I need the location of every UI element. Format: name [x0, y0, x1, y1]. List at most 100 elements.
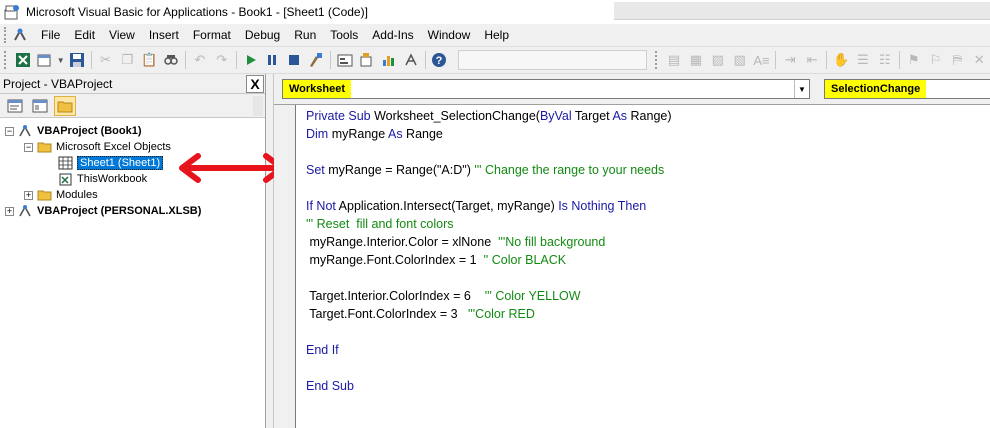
- menu-window[interactable]: Window: [421, 24, 478, 47]
- code-line[interactable]: Private Sub Worksheet_SelectionChange(By…: [306, 107, 672, 125]
- previous-bookmark-icon[interactable]: ⛿: [946, 49, 968, 71]
- expand-icon[interactable]: +: [5, 206, 14, 216]
- toggle-breakpoint-icon[interactable]: ✋: [830, 49, 852, 71]
- collapse-icon[interactable]: −: [5, 126, 14, 136]
- menu-add-ins[interactable]: Add-Ins: [365, 24, 420, 47]
- cut-icon[interactable]: ✂: [95, 49, 117, 71]
- break-icon[interactable]: [262, 49, 284, 71]
- outdent-icon[interactable]: ⇤: [801, 49, 823, 71]
- view-code-button[interactable]: [4, 96, 26, 116]
- excel-icon[interactable]: [12, 49, 34, 71]
- object-browser-icon[interactable]: [378, 49, 400, 71]
- complete-word-icon[interactable]: A≡: [751, 49, 773, 71]
- code-combo-bar: Worksheet ▼ SelectionChange: [274, 74, 990, 104]
- next-bookmark-icon[interactable]: ⚐: [925, 49, 947, 71]
- tree-node-vbaproject-book1[interactable]: − VBAProject (Book1): [5, 123, 142, 139]
- run-icon[interactable]: [240, 49, 262, 71]
- reset-icon[interactable]: [283, 49, 305, 71]
- help-icon[interactable]: ?: [429, 49, 451, 71]
- toolbar-grip[interactable]: [4, 51, 8, 69]
- code-line[interactable]: Target.Font.ColorIndex = 3 '''Color RED: [306, 305, 535, 323]
- code-comment: ''' Reset fill and font colors: [306, 217, 454, 231]
- menu-run[interactable]: Run: [287, 24, 323, 47]
- tree-node-sheet1[interactable]: Sheet1 (Sheet1): [58, 155, 164, 171]
- menu-format[interactable]: Format: [186, 24, 238, 47]
- tree-node-thisworkbook[interactable]: ThisWorkbook: [58, 171, 147, 187]
- vba-menu-icon[interactable]: [12, 27, 28, 43]
- code-line[interactable]: Set myRange = Range("A:D") ''' Change th…: [306, 161, 664, 179]
- uncomment-block-icon[interactable]: ☷: [874, 49, 896, 71]
- code-editor[interactable]: Private Sub Worksheet_SelectionChange(By…: [274, 104, 990, 428]
- clear-bookmarks-icon[interactable]: ✕: [968, 49, 990, 71]
- code-keyword: Private Sub: [306, 109, 375, 123]
- menu-debug[interactable]: Debug: [238, 24, 287, 47]
- project-toolbar-scroll[interactable]: [253, 96, 263, 116]
- dropdown-arrow-icon[interactable]: ▼: [56, 49, 66, 71]
- menu-view[interactable]: View: [102, 24, 142, 47]
- code-line[interactable]: End Sub: [306, 377, 354, 395]
- worksheet-icon: [58, 156, 73, 170]
- paste-icon[interactable]: 📋: [138, 49, 160, 71]
- code-line[interactable]: ''' Reset fill and font colors: [306, 215, 454, 233]
- toolbox-icon[interactable]: [400, 49, 422, 71]
- menu-edit[interactable]: Edit: [67, 24, 102, 47]
- tree-node-vbaproject-personal[interactable]: + VBAProject (PERSONAL.XLSB): [5, 203, 201, 219]
- quick-info-icon[interactable]: ▨: [707, 49, 729, 71]
- toolbar-grip[interactable]: [655, 51, 659, 69]
- tree-label: VBAProject (Book1): [37, 125, 142, 137]
- redo-icon[interactable]: ↷: [211, 49, 233, 71]
- menu-file[interactable]: File: [34, 24, 67, 47]
- menu-tools[interactable]: Tools: [323, 24, 365, 47]
- project-explorer-title: Project - VBAProject: [3, 76, 113, 91]
- parameter-info-icon[interactable]: ▧: [729, 49, 751, 71]
- code-lines[interactable]: Private Sub Worksheet_SelectionChange(By…: [296, 105, 990, 428]
- code-line[interactable]: End If: [306, 341, 339, 359]
- menu-insert[interactable]: Insert: [142, 24, 186, 47]
- code-line[interactable]: myRange.Interior.Color = xlNone '''No fi…: [306, 233, 605, 251]
- folder-icon: [37, 190, 52, 201]
- toggle-folders-button[interactable]: [54, 95, 76, 116]
- object-combo[interactable]: Worksheet ▼: [282, 79, 810, 99]
- save-icon[interactable]: [66, 49, 88, 71]
- code-line[interactable]: myRange.Font.ColorIndex = 1 '' Color BLA…: [306, 251, 566, 269]
- code-margin-indicator-bar[interactable]: [274, 105, 296, 428]
- tree-node-modules[interactable]: + Modules: [24, 187, 98, 203]
- menu-help[interactable]: Help: [477, 24, 516, 47]
- toolbar-location-field[interactable]: [458, 50, 648, 70]
- view-object-icon: [32, 99, 48, 112]
- code-line[interactable]: Dim myRange As Range: [306, 125, 443, 143]
- code-line[interactable]: If Not Application.Intersect(Target, myR…: [306, 197, 646, 215]
- code-keyword: If Not: [306, 199, 336, 213]
- undo-icon[interactable]: ↶: [189, 49, 211, 71]
- expand-icon[interactable]: +: [24, 190, 33, 200]
- toolbar-separator: [235, 51, 237, 69]
- procedure-combo[interactable]: SelectionChange: [824, 79, 990, 99]
- close-project-explorer-button[interactable]: X: [246, 74, 264, 93]
- toggle-bookmark-icon[interactable]: ⚑: [903, 49, 925, 71]
- find-icon[interactable]: [160, 49, 182, 71]
- vba-app-icon[interactable]: [4, 4, 20, 20]
- view-object-button[interactable]: [29, 96, 51, 116]
- tree-label-selected: Sheet1 (Sheet1): [77, 156, 164, 170]
- properties-icon[interactable]: [356, 49, 378, 71]
- insert-userform-icon[interactable]: [34, 49, 56, 71]
- code-keyword: Dim: [306, 127, 329, 141]
- menu-grip[interactable]: [4, 27, 10, 43]
- code-text: Application.Intersect(Target, myRange): [335, 199, 559, 213]
- svg-text:?: ?: [436, 55, 443, 67]
- list-constants-icon[interactable]: ▦: [685, 49, 707, 71]
- design-mode-icon[interactable]: [305, 49, 327, 71]
- code-text: Target: [571, 109, 613, 123]
- project-explorer-icon[interactable]: [334, 49, 356, 71]
- list-properties-icon[interactable]: ▤: [663, 49, 685, 71]
- comment-block-icon[interactable]: ☰: [852, 49, 874, 71]
- collapse-icon[interactable]: −: [24, 142, 33, 152]
- folder-icon: [57, 101, 73, 112]
- pane-splitter[interactable]: [266, 74, 274, 428]
- indent-icon[interactable]: ⇥: [779, 49, 801, 71]
- chevron-down-icon[interactable]: ▼: [794, 80, 809, 98]
- copy-icon[interactable]: ❐: [116, 49, 138, 71]
- project-explorer-pane: Project - VBAProject X − VBAProject (Boo…: [0, 74, 266, 428]
- code-line[interactable]: Target.Interior.ColorIndex = 6 ''' Color…: [306, 287, 580, 305]
- tree-node-excel-objects[interactable]: − Microsoft Excel Objects: [24, 139, 171, 155]
